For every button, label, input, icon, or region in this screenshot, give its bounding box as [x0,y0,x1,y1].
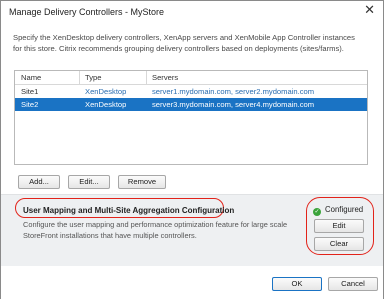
manage-delivery-controllers-dialog: Manage Delivery Controllers - MyStore ✕ … [0,0,384,299]
column-divider[interactable] [79,71,80,84]
configured-status: ✓ Configured [313,205,363,216]
cell-servers: server1.mydomain.com, server2.mydomain.c… [152,87,315,96]
user-mapping-title: User Mapping and Multi-Site Aggregation … [23,206,235,215]
user-mapping-edit-button[interactable]: Edit [314,219,364,233]
cell-name: Site2 [21,100,39,109]
check-circle-icon: ✓ [313,208,321,216]
user-mapping-description: Configure the user mapping and performan… [23,220,288,240]
table-row-site2[interactable]: Site2 XenDesktop server3.mydomain.com, s… [15,98,367,111]
dialog-footer: OK Cancel [1,266,383,299]
controllers-table: Name Type Servers Site1 XenDesktop serve… [14,70,368,165]
status-label: Configured [325,205,364,214]
title-bar: Manage Delivery Controllers - MyStore ✕ [1,1,383,23]
column-header-type[interactable]: Type [85,73,101,82]
close-icon[interactable]: ✕ [364,3,375,18]
edit-controller-button[interactable]: Edit... [68,175,110,189]
column-header-servers[interactable]: Servers [152,73,178,82]
cell-name: Site1 [21,87,39,96]
intro-text: Specify the XenDesktop delivery controll… [13,33,355,53]
ok-button[interactable]: OK [272,277,322,291]
add-button[interactable]: Add... [18,175,60,189]
remove-button[interactable]: Remove [118,175,166,189]
cell-type: XenDesktop [85,87,127,96]
table-row-site1[interactable]: Site1 XenDesktop server1.mydomain.com, s… [15,85,367,98]
column-header-name[interactable]: Name [21,73,41,82]
user-mapping-clear-button[interactable]: Clear [314,237,364,251]
window-title: Manage Delivery Controllers - MyStore [9,7,165,17]
table-header: Name Type Servers [15,71,367,85]
cell-servers: server3.mydomain.com, server4.mydomain.c… [152,100,315,109]
column-divider[interactable] [146,71,147,84]
cancel-button[interactable]: Cancel [328,277,378,291]
cell-type: XenDesktop [85,100,127,109]
